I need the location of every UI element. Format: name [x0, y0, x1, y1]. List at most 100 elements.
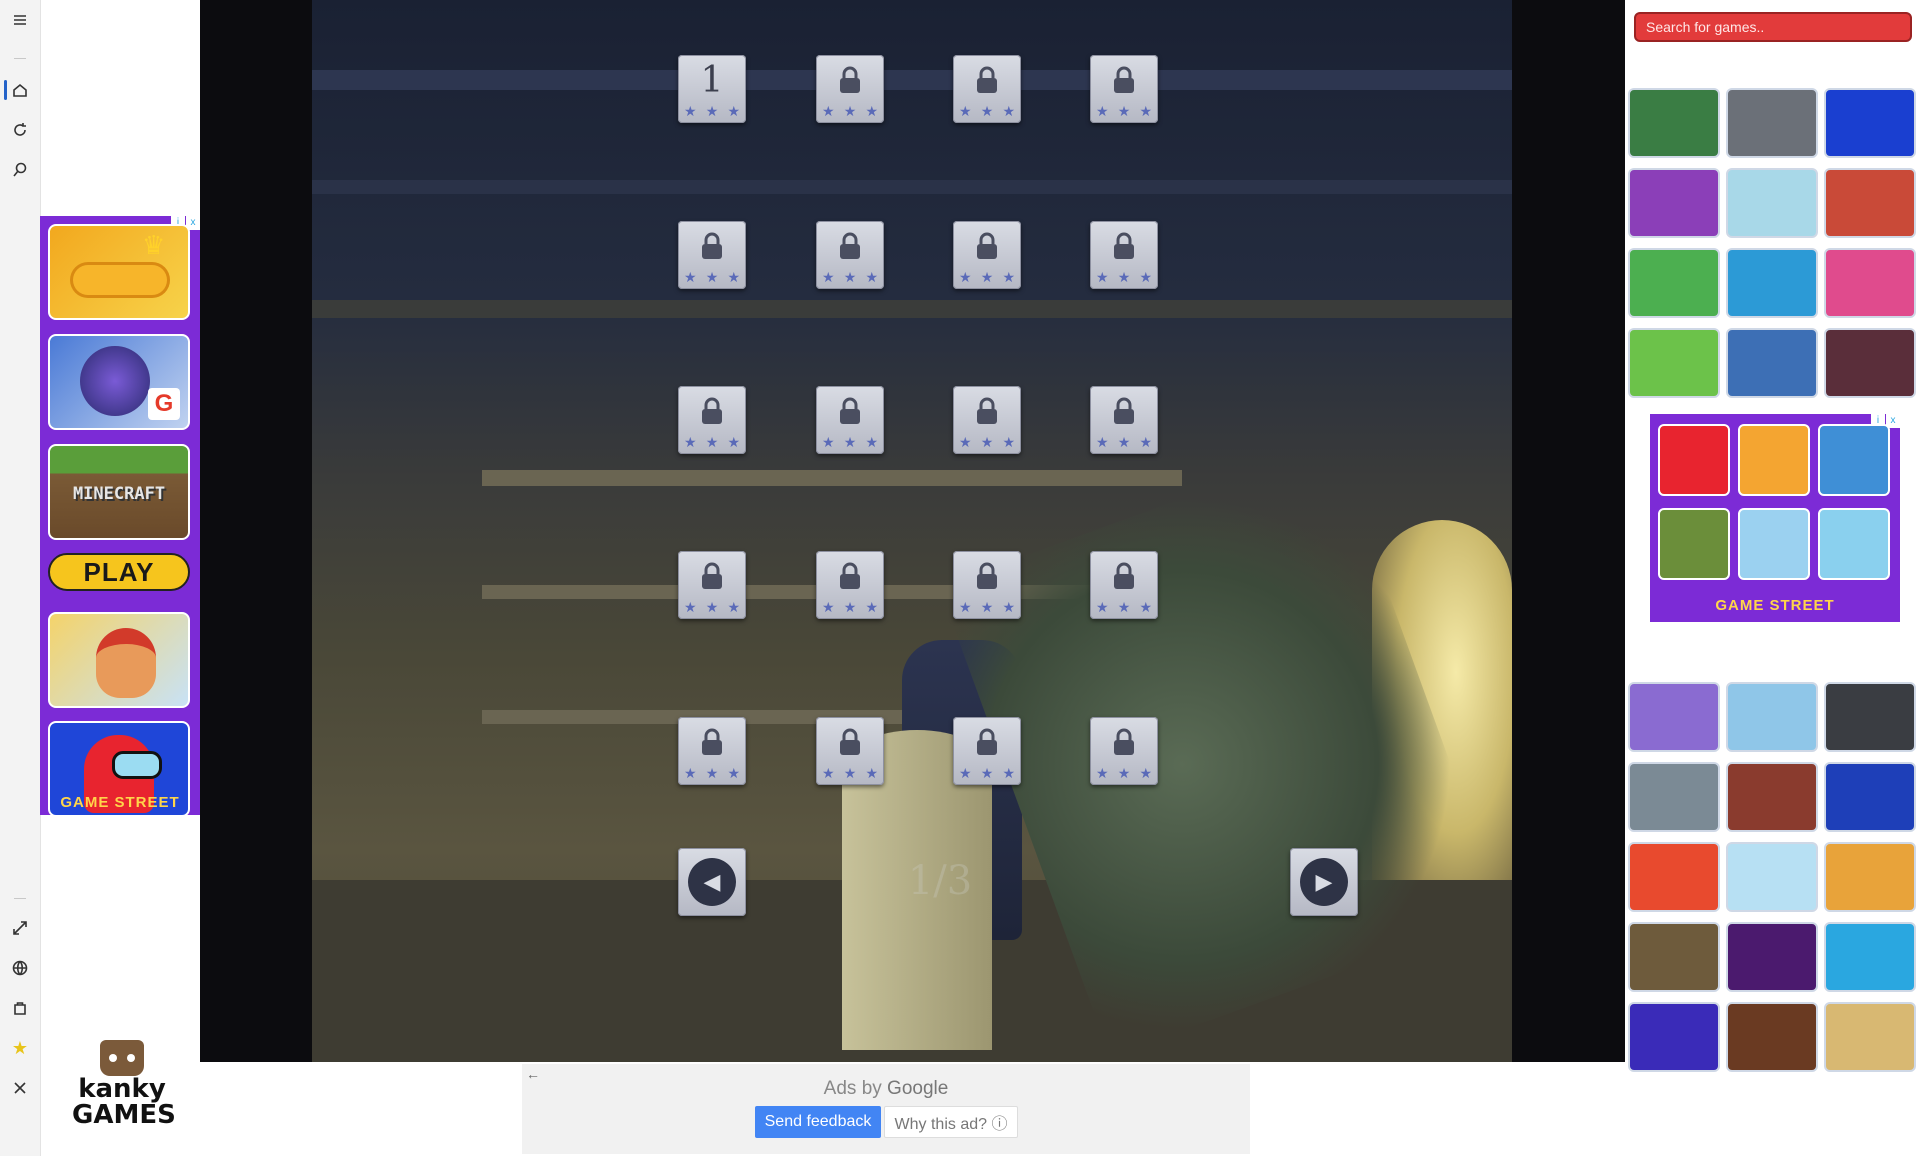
level-button-17[interactable]: ★ ★ ★ — [678, 717, 746, 785]
level-button-6[interactable]: ★ ★ ★ — [816, 221, 884, 289]
fresh-fruit-game[interactable] — [1824, 248, 1916, 318]
level-stars: ★ ★ ★ — [822, 600, 878, 614]
block-wars-game[interactable] — [1726, 328, 1818, 398]
globe-icon[interactable] — [4, 952, 36, 984]
among-us-ad[interactable] — [1658, 424, 1730, 496]
star-icon: ★ — [865, 599, 878, 615]
minecraft-ad[interactable] — [1658, 508, 1730, 580]
old-car-game[interactable] — [1726, 762, 1818, 832]
magic-match-game[interactable] — [1628, 168, 1720, 238]
candy-match-game[interactable] — [1628, 328, 1720, 398]
crown-icon: ♛ — [142, 230, 166, 260]
pokemon-ad[interactable] — [1818, 424, 1890, 496]
search-games-input[interactable] — [1634, 12, 1912, 42]
level-button-13[interactable]: ★ ★ ★ — [678, 551, 746, 619]
level-button-10[interactable]: ★ ★ ★ — [816, 386, 884, 454]
kanky-games-logo[interactable]: kanky GAMES — [72, 1040, 176, 1140]
ceiling-beam — [312, 70, 1512, 90]
level-button-7[interactable]: ★ ★ ★ — [953, 221, 1021, 289]
angry-bird-game[interactable] — [1628, 842, 1720, 912]
bag-icon[interactable] — [4, 992, 36, 1024]
lock-icon — [1110, 727, 1138, 757]
search-icon[interactable] — [4, 154, 36, 186]
level-button-11[interactable]: ★ ★ ★ — [953, 386, 1021, 454]
star-icon: ★ — [705, 434, 719, 450]
star-icon: ★ — [1096, 765, 1109, 781]
lock-icon — [1110, 231, 1138, 261]
level-button-18[interactable]: ★ ★ ★ — [816, 717, 884, 785]
level-button-5[interactable]: ★ ★ ★ — [678, 221, 746, 289]
minecraft-tile[interactable]: MINECRAFT — [48, 444, 190, 540]
level-button-3[interactable]: ★ ★ ★ — [953, 55, 1021, 123]
square-adventure-game[interactable] — [1726, 922, 1818, 992]
level-button-12[interactable]: ★ ★ ★ — [1090, 386, 1158, 454]
level-button-2[interactable]: ★ ★ ★ — [816, 55, 884, 123]
snow-ad[interactable] — [1818, 508, 1890, 580]
rail-divider — [14, 58, 26, 59]
star-icon: ★ — [1117, 765, 1131, 781]
basketball-legends-game[interactable] — [1628, 1002, 1720, 1072]
send-feedback-button[interactable]: Send feedback — [755, 1106, 881, 1138]
sand-castle-game[interactable] — [1824, 1002, 1916, 1072]
star-icon: ★ — [705, 599, 719, 615]
lada-car-game[interactable] — [1628, 762, 1720, 832]
prev-page-button[interactable]: ◀ — [678, 848, 746, 916]
left-game-street-ad[interactable]: i x ♛ G MINECRAFT PLAY GAME STREET — [40, 216, 200, 817]
huggy-wuggy-game[interactable] — [1824, 762, 1916, 832]
slither-tile[interactable]: ♛ — [48, 224, 190, 320]
tennis-masters-game[interactable] — [1824, 922, 1916, 992]
browser-sidebar-rail: ★ — [0, 0, 41, 1156]
basketball-stars-game[interactable] — [1726, 1002, 1818, 1072]
food-truck-game[interactable] — [1726, 248, 1818, 318]
star-icon: ★ — [980, 599, 994, 615]
why-this-ad-button[interactable]: Why this ad? ⓘ — [884, 1106, 1018, 1138]
close-icon[interactable] — [4, 1072, 36, 1104]
free-fire-tile[interactable]: G — [48, 334, 190, 430]
level-button-1[interactable]: 1 ★ ★ ★ — [678, 55, 746, 123]
candy-crush-ad[interactable] — [1738, 424, 1810, 496]
garbage-truck-game[interactable] — [1628, 88, 1720, 158]
star-icon[interactable]: ★ — [4, 1032, 36, 1064]
refresh-icon[interactable] — [4, 114, 36, 146]
soccer-game[interactable] — [1628, 248, 1720, 318]
shelf — [482, 470, 1182, 486]
fire-truck-game[interactable] — [1824, 168, 1916, 238]
truck-simulator-game[interactable] — [1726, 88, 1818, 158]
roblox-ad[interactable] — [1738, 508, 1810, 580]
lock-icon — [973, 396, 1001, 426]
star-icon: ★ — [1002, 269, 1015, 285]
level-button-15[interactable]: ★ ★ ★ — [953, 551, 1021, 619]
level-button-9[interactable]: ★ ★ ★ — [678, 386, 746, 454]
van-driver-game[interactable] — [1628, 682, 1720, 752]
star-icon: ★ — [1096, 599, 1109, 615]
level-button-19[interactable]: ★ ★ ★ — [953, 717, 1021, 785]
pop-it-game[interactable] — [1726, 842, 1818, 912]
star-icon: ★ — [1139, 434, 1152, 450]
star-icon: ★ — [980, 434, 994, 450]
ceiling-beam — [312, 300, 1512, 318]
next-page-button[interactable]: ▶ — [1290, 848, 1358, 916]
home-icon[interactable] — [4, 74, 36, 106]
blocky-horror-game[interactable] — [1824, 328, 1916, 398]
runner-game[interactable] — [1628, 922, 1720, 992]
bmx-bike-game[interactable] — [1726, 682, 1818, 752]
right-game-street-ad[interactable]: i x GAME STREET — [1650, 414, 1900, 622]
police-suv-game[interactable] — [1824, 682, 1916, 752]
level-button-14[interactable]: ★ ★ ★ — [816, 551, 884, 619]
among-us-game[interactable] — [1824, 88, 1916, 158]
level-button-20[interactable]: ★ ★ ★ — [1090, 717, 1158, 785]
game-frame[interactable]: 1 ★ ★ ★ ★ ★ ★ ★ ★ ★ ★ ★ ★ ★ ★ ★ ★ ★ ★ ★ ★ ★ ★ ★ ★ ★ ★ ★ ★ ★ ★ ★ ★ ★ ★ ★ ★ ★ ★ ★… — [200, 0, 1625, 1062]
menu-icon[interactable] — [4, 4, 36, 36]
fullscreen-icon[interactable] — [4, 912, 36, 944]
level-button-8[interactable]: ★ ★ ★ — [1090, 221, 1158, 289]
samosa-game[interactable] — [1726, 168, 1818, 238]
kids-game-collection[interactable] — [1824, 842, 1916, 912]
level-button-4[interactable]: ★ ★ ★ — [1090, 55, 1158, 123]
lock-icon — [698, 231, 726, 261]
play-button[interactable]: PLAY — [48, 553, 190, 591]
subway-surfers-tile[interactable] — [48, 612, 190, 708]
star-icon: ★ — [1139, 103, 1152, 119]
level-button-16[interactable]: ★ ★ ★ — [1090, 551, 1158, 619]
lock-icon — [1110, 396, 1138, 426]
star-icon: ★ — [1002, 434, 1015, 450]
